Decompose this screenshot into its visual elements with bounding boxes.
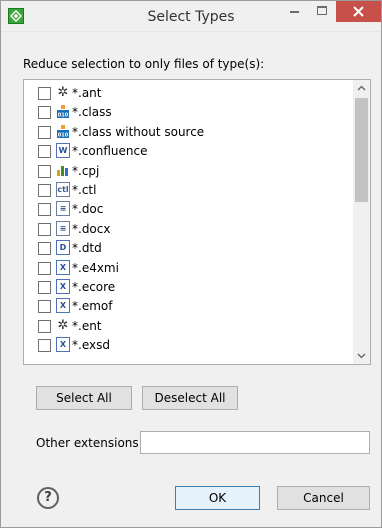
close-button[interactable]	[336, 1, 381, 22]
list-item[interactable]: ctl *.ctl	[24, 180, 354, 199]
file-type-label: *.exsd	[72, 338, 110, 353]
svg-text:010: 010	[58, 132, 69, 138]
maximize-icon	[317, 6, 327, 15]
title-bar[interactable]: Select Types	[1, 1, 381, 32]
ok-button[interactable]: OK	[175, 486, 260, 510]
scrollbar-thumb[interactable]	[355, 98, 368, 202]
file-type-checkbox[interactable]	[38, 339, 51, 353]
select-types-dialog: Select Types Reduce selection to only fi…	[0, 0, 382, 528]
text-doc-icon: ≡	[56, 201, 70, 217]
ctl-file-icon: ctl	[56, 181, 70, 197]
select-all-button[interactable]: Select All	[36, 386, 132, 410]
list-item[interactable]: ✲ *.ent	[24, 316, 354, 335]
file-type-label: *.ent	[72, 318, 102, 333]
list-item[interactable]: X *.ecore	[24, 277, 354, 296]
xml-icon: X	[56, 337, 70, 353]
text-doc-icon: ≡	[56, 220, 70, 236]
cancel-button[interactable]: Cancel	[277, 486, 370, 510]
file-type-checkbox[interactable]	[38, 164, 51, 178]
maximize-button[interactable]	[309, 1, 336, 22]
file-type-checkbox[interactable]	[38, 183, 51, 197]
list-item[interactable]: 010 *.class without source	[24, 122, 354, 141]
list-item[interactable]: ≡ *.docx	[24, 219, 354, 238]
scroll-up-button[interactable]	[353, 80, 370, 97]
file-type-label: *.class without source	[72, 124, 205, 139]
file-type-checkbox[interactable]	[38, 319, 51, 333]
file-type-checkbox[interactable]	[38, 280, 51, 294]
file-type-label: *.class	[72, 105, 112, 120]
chevron-up-icon	[357, 85, 366, 91]
file-type-checkbox[interactable]	[38, 145, 51, 159]
list-item[interactable]: X *.e4xmi	[24, 258, 354, 277]
xml-icon: X	[56, 259, 70, 275]
file-type-label: *.confluence	[72, 144, 148, 159]
close-icon	[353, 6, 364, 17]
help-icon[interactable]: ?	[37, 487, 59, 509]
vertical-scrollbar[interactable]	[353, 80, 370, 364]
chevron-down-icon	[357, 353, 366, 359]
other-extensions-label: Other extensions:	[36, 436, 143, 450]
file-type-label: *.ctl	[72, 182, 97, 197]
file-type-checkbox[interactable]	[38, 87, 51, 100]
minimize-button[interactable]	[281, 1, 308, 22]
file-type-checkbox[interactable]	[38, 106, 51, 120]
deselect-all-button[interactable]: Deselect All	[142, 386, 238, 410]
file-type-label: *.ant	[72, 86, 102, 100]
xml-icon: X	[56, 298, 70, 314]
file-type-checkbox[interactable]	[38, 125, 51, 139]
file-type-label: *.ecore	[72, 279, 116, 294]
file-type-label: *.cpj	[72, 163, 100, 178]
file-type-checkbox[interactable]	[38, 261, 51, 275]
file-type-rows: ✲ *.ant 010 *.class 010 *.class without sourc…	[24, 83, 354, 354]
instruction-label: Reduce selection to only files of type(s…	[23, 57, 265, 71]
list-item[interactable]: ≡ *.doc	[24, 199, 354, 218]
dtd-icon: D	[56, 240, 70, 256]
file-type-label: *.emof	[72, 299, 113, 314]
file-type-checkbox[interactable]	[38, 222, 51, 236]
class-file-icon: 010	[56, 124, 70, 139]
file-type-checkbox[interactable]	[38, 300, 51, 314]
list-item[interactable]: 010 *.class	[24, 102, 354, 121]
file-type-label: *.e4xmi	[72, 260, 119, 275]
other-extensions-input[interactable]	[140, 431, 370, 454]
scroll-down-button[interactable]	[353, 347, 370, 364]
file-type-checkbox[interactable]	[38, 203, 51, 217]
file-type-label: *.docx	[72, 221, 111, 236]
svg-text:010: 010	[58, 113, 69, 119]
ant-icon: ✲	[57, 317, 69, 333]
wiki-icon: W	[56, 143, 70, 159]
list-item[interactable]: W *.confluence	[24, 141, 354, 160]
ant-icon: ✲	[57, 85, 69, 100]
file-type-label: *.doc	[72, 202, 104, 217]
list-item[interactable]: ✲ *.ant	[24, 83, 354, 102]
bar-chart-icon	[56, 163, 70, 178]
file-type-checkbox[interactable]	[38, 242, 51, 256]
list-item[interactable]: X *.emof	[24, 296, 354, 315]
file-type-label: *.dtd	[72, 241, 102, 256]
list-item[interactable]: *.cpj	[24, 161, 354, 180]
xml-icon: X	[56, 278, 70, 294]
class-file-icon: 010	[56, 104, 70, 119]
file-type-list[interactable]: ✲ *.ant 010 *.class 010 *.class without sourc…	[23, 79, 371, 365]
minimize-icon	[290, 11, 299, 13]
list-item[interactable]: D *.dtd	[24, 238, 354, 257]
list-item[interactable]: X *.exsd	[24, 335, 354, 354]
